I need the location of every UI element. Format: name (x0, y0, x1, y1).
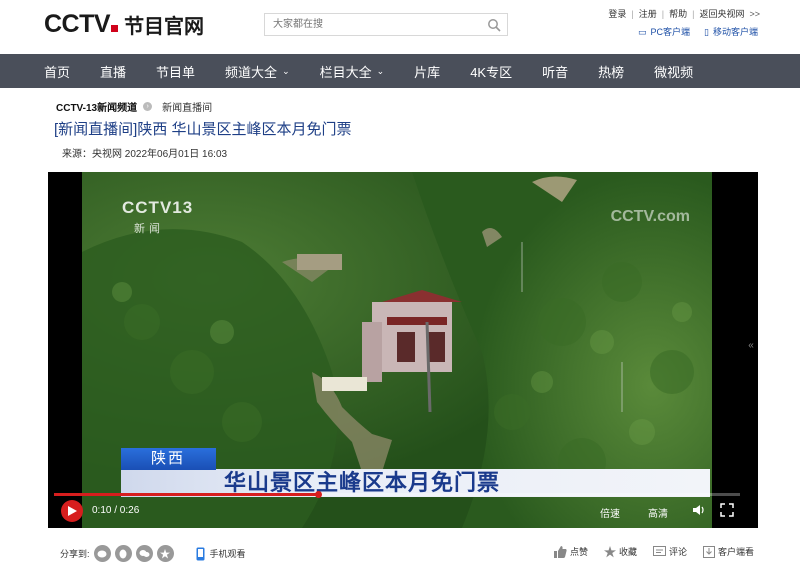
nav-item-micro-video[interactable]: 微视频 (654, 62, 693, 81)
nav-label: 栏目大全 (319, 64, 372, 80)
cctv-logo[interactable]: CCTV 节目官网 (44, 10, 204, 38)
phone-icon: ▯ (704, 27, 709, 37)
share-row: 分享到: 手机观看 (60, 545, 246, 562)
like-button[interactable]: 点赞 (553, 545, 588, 558)
help-link[interactable]: 帮助 (669, 7, 687, 20)
qzone-star-icon[interactable] (156, 545, 174, 562)
client-watch-label: 客户端看 (717, 547, 754, 557)
nav-item-hot[interactable]: 热榜 (598, 62, 624, 81)
logo-text: CCTV (44, 9, 111, 38)
page-title: [新闻直播间]陕西 华山景区主峰区本月免门票 (54, 121, 352, 138)
collect-button[interactable]: 收藏 (603, 545, 637, 558)
speed-button[interactable]: 倍速 (600, 505, 620, 520)
login-link[interactable]: 登录 (608, 7, 626, 20)
progress-bar[interactable] (54, 491, 740, 498)
volume-icon[interactable] (692, 503, 706, 517)
nav-item-live[interactable]: 直播 (100, 62, 126, 81)
nav-label: 听音 (542, 64, 569, 80)
action-row: 点赞 收藏 评论 客户端看 (553, 545, 754, 558)
nav-label: 频道大全 (225, 64, 278, 80)
nav-item-audio[interactable]: 听音 (542, 62, 568, 81)
fullscreen-icon[interactable] (720, 503, 734, 517)
nav-item-schedule[interactable]: 节目单 (156, 62, 195, 81)
nav-label: 节目单 (156, 64, 196, 80)
search-icon[interactable] (487, 18, 501, 32)
collect-label: 收藏 (618, 547, 637, 557)
breadcrumb: CCTV-13新闻频道 › 新闻直播间 (56, 99, 212, 114)
video-player[interactable]: CCTV13 新闻 CCTV.com « 陕西 华山景区主峰区本月免门票 0:1… (48, 172, 758, 528)
chevron-down-icon: ⌄ (376, 65, 385, 76)
side-collapse-button[interactable]: « (744, 340, 758, 360)
main-nav: 首页 直播 节目单 频道大全 ⌄ 栏目大全 ⌄ 片库 4K专区 听音 热榜 微视频 (0, 54, 800, 88)
search-input[interactable] (265, 14, 475, 35)
chevron-down-icon: ⌄ (282, 65, 290, 76)
nav-label: 微视频 (654, 64, 694, 80)
play-icon (68, 506, 77, 516)
quality-button[interactable]: 高清 (648, 505, 668, 520)
divider: | (631, 8, 634, 19)
monitor-icon: ▭ (638, 27, 647, 37)
nav-item-library[interactable]: 片库 (414, 62, 440, 81)
weibo-icon[interactable] (93, 545, 111, 562)
share-label: 分享到: (60, 549, 90, 559)
register-link[interactable]: 注册 (639, 7, 657, 20)
back-to-cctv-link[interactable]: 返回央视网 (699, 7, 744, 20)
cctv-com-watermark: CCTV.com (610, 208, 690, 225)
comment-label: 评论 (668, 547, 687, 557)
share-icons (93, 545, 174, 562)
pc-client-label: PC客户端 (650, 27, 691, 37)
nav-label: 4K专区 (470, 64, 513, 80)
site-header: CCTV 节目官网 登录 | 注册 | 帮助 | 返回央视网 >> ▭PC客户端… (0, 0, 800, 54)
nav-item-columns[interactable]: 栏目大全 ⌄ (320, 62, 385, 81)
nav-label: 首页 (44, 64, 71, 80)
progress-fill (54, 493, 319, 496)
mobile-client-link[interactable]: ▯ 移动客户端 (704, 25, 758, 38)
channel-watermark-sub: 新闻 (134, 223, 164, 235)
comment-icon (652, 545, 666, 556)
wechat-icon[interactable] (135, 545, 153, 562)
caption-location-tag: 陕西 (121, 448, 216, 470)
comment-button[interactable]: 评论 (652, 545, 687, 558)
player-controls: 0:10 / 0:26 倍速 高清 (48, 498, 758, 528)
nav-item-home[interactable]: 首页 (44, 62, 70, 81)
nav-label: 片库 (414, 64, 441, 80)
nav-label: 热榜 (598, 64, 625, 80)
logo-sub: 节目官网 (124, 15, 205, 38)
breadcrumb-section[interactable]: 新闻直播间 (162, 99, 212, 114)
play-button[interactable] (61, 500, 83, 522)
thumbs-up-icon (553, 545, 567, 558)
nav-item-4k[interactable]: 4K专区 (470, 62, 512, 81)
mobile-client-label: 移动客户端 (712, 27, 758, 37)
client-links: ▭ PC客户端 ▯ 移动客户端 (638, 25, 758, 38)
logo-dot (111, 25, 119, 32)
qq-icon[interactable] (114, 545, 132, 562)
client-watch-button[interactable]: 客户端看 (702, 545, 754, 558)
mobile-watch-label: 手机观看 (209, 549, 246, 559)
time-display: 0:10 / 0:26 (92, 505, 140, 516)
search-box (264, 13, 508, 36)
nav-label: 直播 (100, 64, 127, 80)
double-chevron-right-icon: >> (749, 8, 760, 19)
mobile-phone-icon (196, 547, 205, 560)
pc-client-link[interactable]: ▭ PC客户端 (638, 25, 690, 38)
mobile-watch-link[interactable]: 手机观看 (196, 547, 246, 561)
divider: | (661, 8, 665, 19)
top-links: 登录 | 注册 | 帮助 | 返回央视网 >> (608, 7, 760, 20)
star-icon (603, 545, 616, 557)
article-meta: 来源：央视网 2022年06月01日 16:03 (62, 149, 228, 160)
download-icon (702, 545, 715, 558)
divider: | (692, 8, 695, 19)
channel-watermark: CCTV13 (122, 198, 194, 217)
breadcrumb-channel[interactable]: CCTV-13新闻频道 (56, 99, 137, 114)
info-icon: › (143, 102, 153, 111)
like-label: 点赞 (569, 547, 588, 557)
nav-item-channels[interactable]: 频道大全 ⌄ (225, 62, 290, 81)
